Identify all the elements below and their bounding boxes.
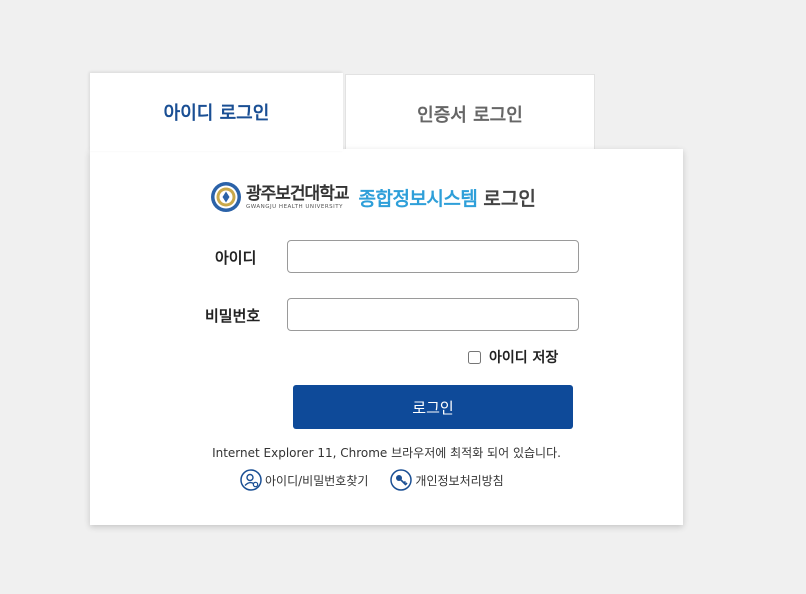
university-emblem-icon — [211, 182, 241, 212]
university-name-english: GWANGJU HEALTH UNIVERSITY — [246, 203, 344, 210]
university-name-block: 광주보건대학교 GWANGJU HEALTH UNIVERSITY — [246, 183, 349, 211]
tab-id-login-label: 아이디 로그인 — [163, 103, 270, 124]
tab-id-login[interactable]: 아이디 로그인 — [90, 73, 343, 151]
tab-certificate-login[interactable]: 인증서 로그인 — [345, 74, 595, 152]
find-account-link[interactable]: 아이디/비밀번호찾기 — [240, 469, 368, 491]
save-id-option[interactable]: 아이디 저장 — [468, 347, 558, 367]
login-panel: 광주보건대학교 GWANGJU HEALTH UNIVERSITY 종합정보시스… — [90, 149, 683, 525]
id-label: 아이디 — [215, 249, 257, 267]
login-button[interactable]: 로그인 — [293, 385, 573, 429]
tab-certificate-login-label: 인증서 로그인 — [417, 104, 523, 126]
save-id-label: 아이디 저장 — [489, 350, 559, 366]
save-id-checkbox[interactable] — [468, 350, 481, 364]
privacy-policy-label: 개인정보처리방침 — [415, 473, 504, 488]
key-icon — [390, 469, 413, 491]
help-links: 아이디/비밀번호찾기 개인정보처리방침 — [240, 469, 504, 491]
browser-notice: Internet Explorer 11, Chrome 브라우저에 최적화 되… — [212, 446, 561, 460]
privacy-policy-link[interactable]: 개인정보처리방침 — [390, 469, 504, 491]
university-name: 광주보건대학교 — [246, 183, 349, 204]
brand-header: 광주보건대학교 GWANGJU HEALTH UNIVERSITY 종합정보시스… — [210, 179, 536, 215]
id-input[interactable] — [287, 240, 579, 273]
password-label: 비밀번호 — [205, 307, 261, 325]
find-account-label: 아이디/비밀번호찾기 — [265, 473, 369, 488]
user-search-icon — [240, 469, 262, 491]
password-input[interactable] — [287, 298, 579, 331]
system-name: 종합정보시스템 — [358, 187, 478, 210]
brand-login-text: 로그인 — [483, 187, 536, 210]
